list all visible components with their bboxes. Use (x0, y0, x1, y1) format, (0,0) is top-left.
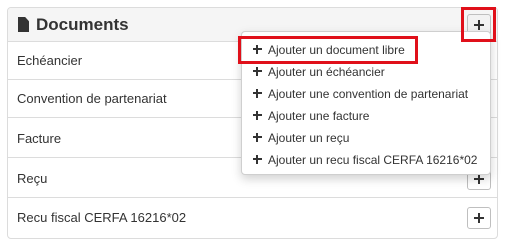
plus-icon (474, 20, 484, 30)
menu-item-label: Ajouter une facture (268, 109, 370, 123)
menu-item-recu-fiscal[interactable]: Ajouter un recu fiscal CERFA 16216*02 (242, 149, 490, 171)
menu-item-convention[interactable]: Ajouter une convention de partenariat (242, 83, 490, 105)
plus-icon (474, 213, 484, 223)
document-icon (18, 17, 29, 32)
menu-item-recu[interactable]: Ajouter un reçu (242, 127, 490, 149)
menu-item-facture[interactable]: Ajouter une facture (242, 105, 490, 127)
menu-item-label: Ajouter un échéancier (268, 65, 385, 79)
plus-icon (253, 67, 262, 76)
row-label: Facture (17, 131, 62, 146)
menu-item-label: Ajouter une convention de partenariat (268, 87, 469, 101)
plus-icon (474, 174, 484, 184)
plus-icon (253, 155, 262, 164)
panel-title: Documents (36, 15, 129, 34)
plus-icon (253, 111, 262, 120)
plus-icon (253, 45, 262, 54)
menu-item-label: Ajouter un reçu (268, 131, 350, 145)
row-label: Reçu (17, 171, 48, 186)
document-row-recu-fiscal: Recu fiscal CERFA 16216*02 (8, 199, 497, 237)
row-label: Echéancier (17, 53, 83, 68)
menu-item-label: Ajouter un recu fiscal CERFA 16216*02 (268, 153, 478, 167)
plus-icon (253, 133, 262, 142)
plus-icon (253, 89, 262, 98)
menu-item-label: Ajouter un document libre (268, 43, 405, 57)
row-label: Recu fiscal CERFA 16216*02 (17, 210, 187, 225)
menu-item-echeancier[interactable]: Ajouter un échéancier (242, 61, 490, 83)
add-document-menu: Ajouter un document libre Ajouter un éch… (241, 31, 491, 175)
menu-item-document-libre[interactable]: Ajouter un document libre (242, 39, 490, 61)
add-recu-fiscal-button[interactable] (467, 207, 491, 229)
row-label: Convention de partenariat (17, 91, 167, 106)
